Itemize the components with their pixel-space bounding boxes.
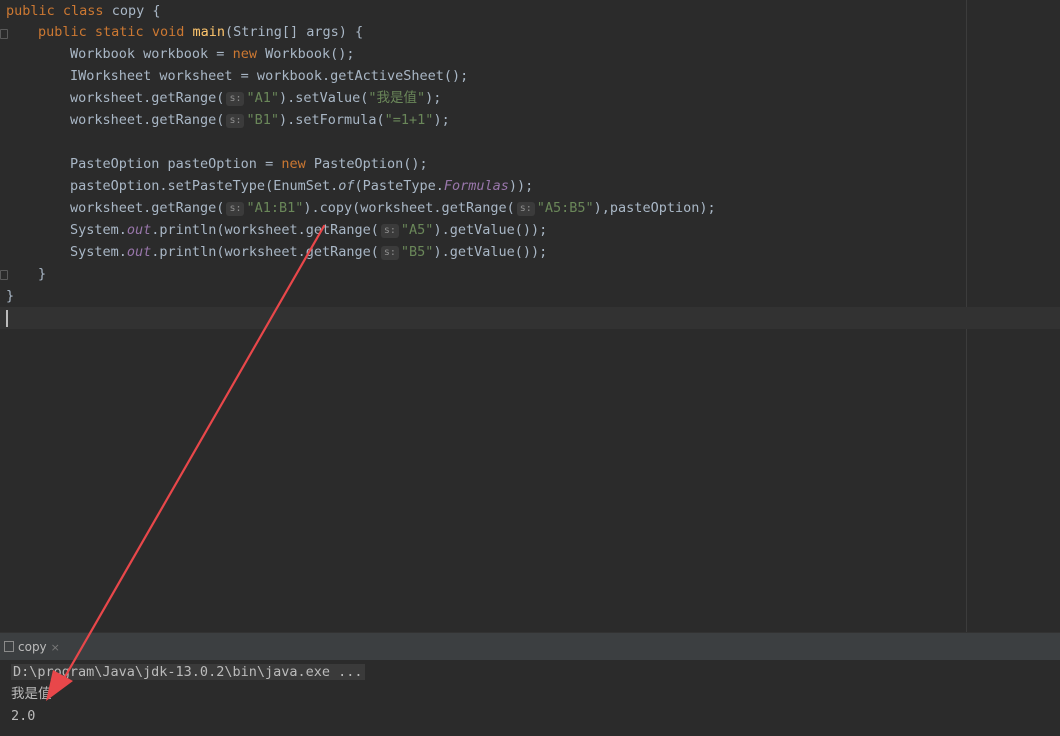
param-hint: s: [380,224,399,238]
param-hint: s: [380,246,399,260]
code-line-6: worksheet.getRange(s: "B1").setFormula("=… [70,112,450,128]
code-line-5: worksheet.getRange(s: "A1").setValue("我是值… [70,90,442,106]
code-line-10: worksheet.getRange(s: "A1:B1").copy(works… [70,200,716,216]
text-caret [6,310,8,327]
run-tab-label: copy [18,640,47,654]
run-tool-window-header: copy × [0,632,1060,661]
code-line-13: } [38,266,47,282]
run-console[interactable]: D:\program\Java\jdk-13.0.2\bin\java.exe … [0,660,1060,736]
param-hint: s: [226,114,245,128]
code-line-4: IWorksheet worksheet = workbook.getActiv… [70,68,469,84]
close-icon[interactable]: × [51,641,60,654]
fold-toggle-icon[interactable] [0,29,8,39]
code-line-1: public class copy { [6,3,161,19]
fold-toggle-icon[interactable] [0,270,8,280]
param-hint: s: [226,202,245,216]
console-line: 2.0 [11,708,36,724]
code-line-14: } [6,288,15,304]
code-line-9: pasteOption.setPasteType(EnumSet.of(Past… [70,178,534,194]
code-line-11: System.out.println(worksheet.getRange(s:… [70,222,548,238]
console-line: 我是值 [11,686,52,702]
code-editor[interactable]: public class copy { public static void m… [0,0,1060,632]
code-line-12: System.out.println(worksheet.getRange(s:… [70,244,548,260]
code-line-2: public static void main(String[] args) { [38,24,364,40]
param-hint: s: [516,202,535,216]
current-line-highlight [0,307,1060,329]
console-line: D:\program\Java\jdk-13.0.2\bin\java.exe … [11,664,365,680]
run-tab-copy[interactable]: copy × [0,633,68,661]
code-line-3: Workbook workbook = new Workbook(); [70,46,355,62]
param-hint: s: [226,92,245,106]
code-line-8: PasteOption pasteOption = new PasteOptio… [70,156,428,172]
file-icon [4,641,14,652]
